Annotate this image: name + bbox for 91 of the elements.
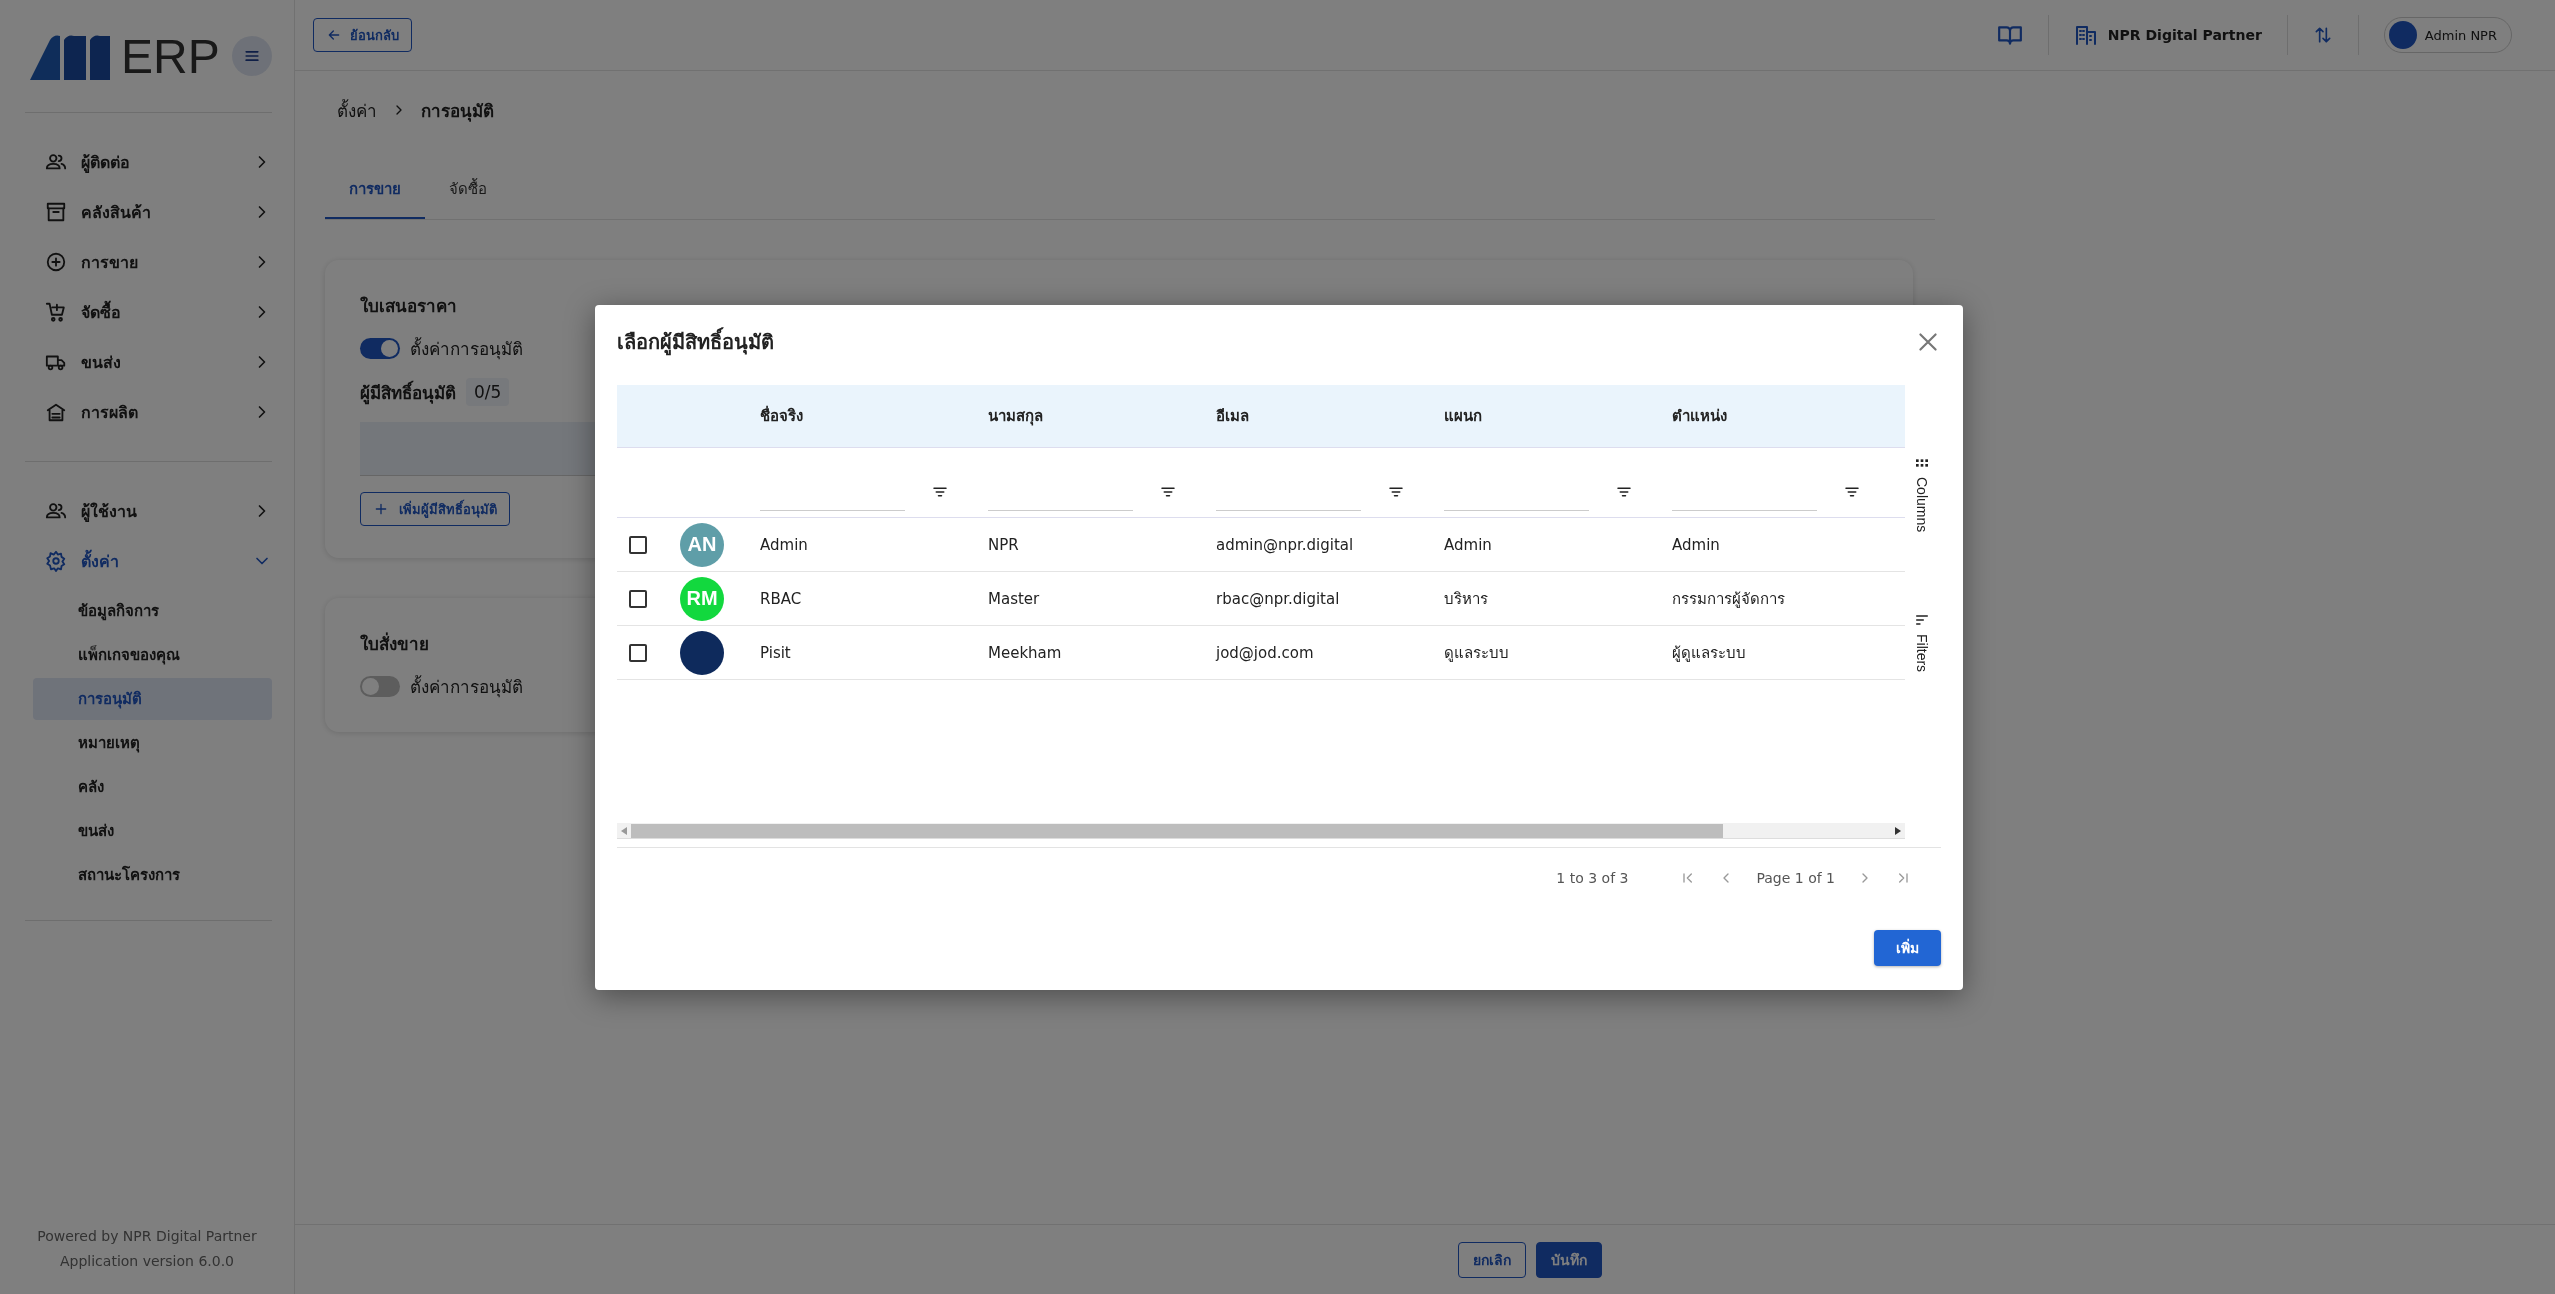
column-header[interactable]: อีเมล bbox=[1206, 385, 1434, 448]
user-menu-button[interactable]: Admin NPR bbox=[2383, 17, 2512, 53]
toggle-label: ตั้งค่าการอนุมัติ bbox=[410, 336, 523, 362]
add-button[interactable]: เพิ่ม bbox=[1874, 930, 1941, 966]
arrow-left-icon bbox=[326, 27, 342, 43]
cart-icon bbox=[45, 301, 67, 323]
column-header[interactable]: ตำแหน่ง bbox=[1662, 385, 1890, 448]
plus-circle-icon bbox=[45, 251, 67, 273]
sidebar-item-label: การขาย bbox=[81, 251, 138, 274]
card-title: ใบสั่งขาย bbox=[360, 631, 429, 656]
sidebar-item-label: คลังสินค้า bbox=[81, 201, 151, 224]
table-cell: RBAC bbox=[760, 589, 802, 608]
horizontal-scrollbar[interactable] bbox=[617, 823, 1905, 839]
sidebar-item-label: ผู้ติดต่อ bbox=[81, 151, 130, 175]
sidebar-subitem[interactable]: หมายเหตุ bbox=[33, 722, 272, 764]
filters-button[interactable]: Filters bbox=[1913, 612, 1930, 673]
table-cell: Pisit bbox=[760, 643, 791, 662]
sidebar-item-label: การผลิต bbox=[81, 401, 138, 424]
columns-button[interactable]: Columns bbox=[1913, 455, 1930, 533]
tab[interactable]: จัดซื้อ bbox=[425, 161, 511, 219]
sidebar-item[interactable]: คลังสินค้า bbox=[45, 187, 272, 237]
sidebar-subitem[interactable]: คลัง bbox=[33, 766, 272, 808]
sidebar-item-label: ตั้งค่า bbox=[81, 548, 119, 573]
table-cell: Admin bbox=[760, 535, 808, 554]
factory-icon bbox=[45, 401, 67, 423]
sidebar-item[interactable]: จัดซื้อ bbox=[45, 287, 272, 337]
toggle-label: ตั้งค่าการอนุมัติ bbox=[410, 674, 523, 700]
sidebar-item-label: ขนส่ง bbox=[81, 351, 121, 374]
photo-placeholder bbox=[680, 630, 724, 675]
column-header[interactable]: แผนก bbox=[1434, 385, 1662, 448]
sidebar-item[interactable]: การผลิต bbox=[45, 387, 272, 437]
save-button[interactable]: บันทึก bbox=[1536, 1241, 1602, 1278]
sidebar-item[interactable]: การขาย bbox=[45, 237, 272, 287]
table-cell-text: ดูแลระบบ bbox=[1444, 642, 1509, 664]
pagination-summary: 1 to 3 of 3 bbox=[1556, 870, 1629, 886]
footer-text: Application version 6.0.0 bbox=[59, 1252, 235, 1271]
menu-button[interactable] bbox=[232, 36, 272, 76]
back-button[interactable]: ย้อนกลับ bbox=[313, 18, 412, 52]
column-header[interactable]: ชื่อจริง bbox=[750, 385, 978, 448]
table-cell: admin@npr.digital bbox=[1216, 535, 1354, 554]
tab[interactable]: การขาย bbox=[325, 161, 425, 219]
table-cell: jod@jod.com bbox=[1216, 643, 1314, 662]
column-header[interactable]: นามสกุล bbox=[978, 385, 1206, 448]
sidebar-item[interactable]: ผู้ติดต่อ bbox=[45, 137, 272, 187]
archive-box-icon bbox=[45, 201, 67, 223]
approvers-count: 0/5 bbox=[466, 378, 510, 406]
sidebar-item[interactable]: ผู้ใช้งาน bbox=[45, 486, 272, 536]
sidebar-item[interactable]: ขนส่ง bbox=[45, 337, 272, 387]
logo-text: ERP bbox=[121, 28, 220, 84]
gear-icon bbox=[45, 550, 67, 572]
scroll-left-arrow-icon[interactable] bbox=[621, 826, 627, 835]
company-name: NPR Digital Partner bbox=[2107, 27, 2262, 43]
breadcrumb-current: การอนุมัติ bbox=[421, 99, 494, 124]
cancel-button[interactable]: ยกเลิก bbox=[1458, 1241, 1526, 1278]
table-cell: Admin bbox=[1444, 535, 1492, 554]
card-title: ใบเสนอราคา bbox=[360, 295, 457, 318]
add-approver-button[interactable]: เพิ่มผู้มีสิทธิ์อนุมัติ bbox=[360, 492, 510, 526]
checkbox[interactable] bbox=[629, 535, 647, 554]
sidebar-subitem[interactable]: การอนุมัติ bbox=[33, 678, 272, 720]
table-cell-text: ผู้ดูแลระบบ bbox=[1672, 642, 1746, 664]
user-avatar bbox=[2388, 21, 2417, 49]
footer-text: Powered by NPR Digital Partner bbox=[36, 1227, 258, 1246]
building-icon bbox=[2073, 23, 2098, 47]
sidebar-subitem[interactable]: ข้อมูลกิจการ bbox=[33, 590, 272, 632]
table-cell: Admin bbox=[1672, 535, 1720, 554]
avatar: RM bbox=[680, 576, 724, 621]
sidebar-subitem[interactable]: ขนส่ง bbox=[33, 810, 272, 852]
sidebar-item[interactable]: ตั้งค่า bbox=[45, 536, 272, 586]
sidebar-subitem[interactable]: สถานะโครงการ bbox=[33, 854, 272, 896]
page-indicator: Page 1 of 1 bbox=[1756, 870, 1835, 886]
sidebar-item-label: จัดซื้อ bbox=[81, 299, 121, 324]
table-cell-text: กรรมการผู้จัดการ bbox=[1672, 588, 1785, 610]
avatar: AN bbox=[680, 522, 724, 567]
table-cell: Master bbox=[988, 589, 1040, 608]
header-cell bbox=[617, 385, 670, 448]
breadcrumb-link[interactable]: ตั้งค่า bbox=[337, 96, 377, 124]
table-cell-text: บริหาร bbox=[1444, 588, 1488, 610]
header-cell bbox=[1890, 385, 1905, 448]
table-cell: Meekham bbox=[988, 643, 1062, 662]
table-cell: rbac@npr.digital bbox=[1216, 589, 1340, 608]
scroll-right-arrow-icon[interactable] bbox=[1895, 826, 1901, 835]
plus-icon bbox=[373, 501, 389, 517]
dialog-title: เลือกผู้มีสิทธิ์อนุมัติ bbox=[617, 326, 774, 358]
checkbox[interactable] bbox=[629, 643, 647, 662]
table-cell: NPR bbox=[988, 535, 1019, 554]
toggle-switch[interactable] bbox=[360, 676, 400, 697]
approvers-label: ผู้มีสิทธิ์อนุมัติ bbox=[360, 379, 456, 406]
sidebar-item-label: ผู้ใช้งาน bbox=[81, 500, 137, 524]
sidebar-subitem[interactable]: แพ็กเกจของคุณ bbox=[33, 634, 272, 676]
toggle-switch[interactable] bbox=[360, 338, 400, 359]
checkbox[interactable] bbox=[629, 589, 647, 608]
